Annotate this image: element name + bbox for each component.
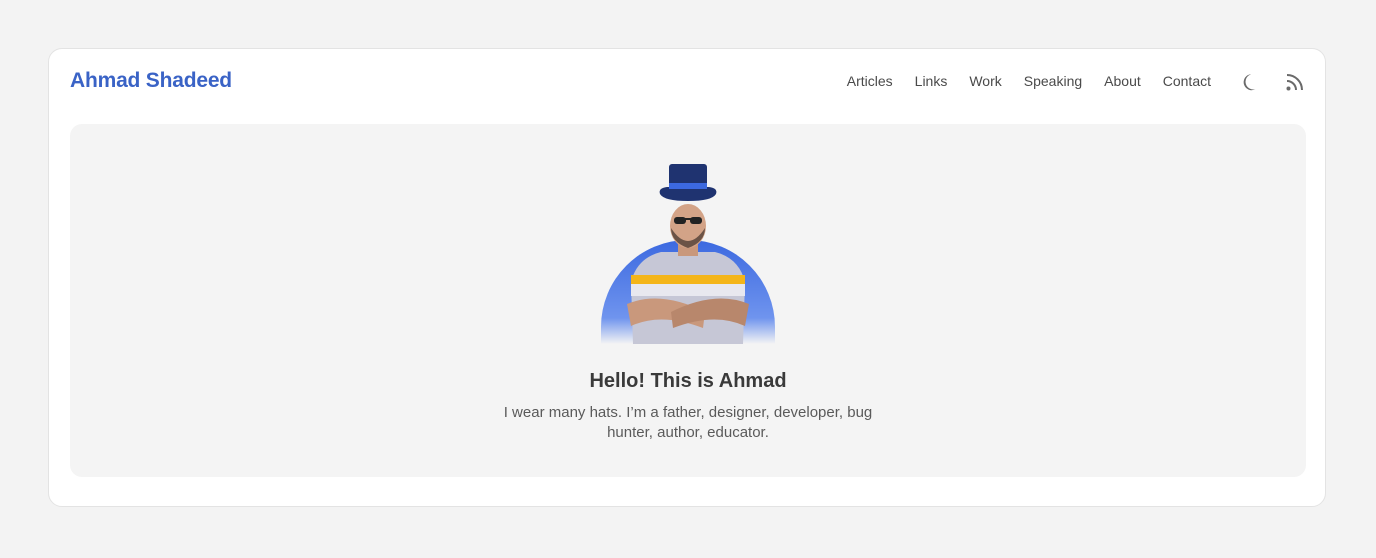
moon-icon: [1243, 74, 1256, 91]
rss-feed-button[interactable]: [1284, 71, 1306, 93]
hero-title: Hello! This is Ahmad: [589, 370, 787, 393]
hero-description: I wear many hats. I’m a father, designer…: [503, 404, 873, 441]
theme-toggle-button[interactable]: [1241, 71, 1263, 93]
nav-link-work[interactable]: Work: [969, 73, 1001, 89]
nav-link-contact[interactable]: Contact: [1163, 73, 1211, 89]
nav-link-links[interactable]: Links: [915, 73, 948, 89]
site-container: Ahmad Shadeed Articles Links Work Speaki…: [48, 48, 1326, 507]
rss-icon: [1286, 74, 1303, 91]
avatar: [601, 164, 775, 344]
nav-link-speaking[interactable]: Speaking: [1024, 73, 1082, 89]
nav-link-articles[interactable]: Articles: [847, 73, 893, 89]
hero-section: Hello! This is Ahmad I wear many hats. I…: [70, 124, 1306, 477]
nav-link-about[interactable]: About: [1104, 73, 1141, 89]
site-logo-link[interactable]: Ahmad Shadeed: [70, 69, 232, 93]
main-nav: Articles Links Work Speaking About Conta…: [847, 73, 1211, 89]
